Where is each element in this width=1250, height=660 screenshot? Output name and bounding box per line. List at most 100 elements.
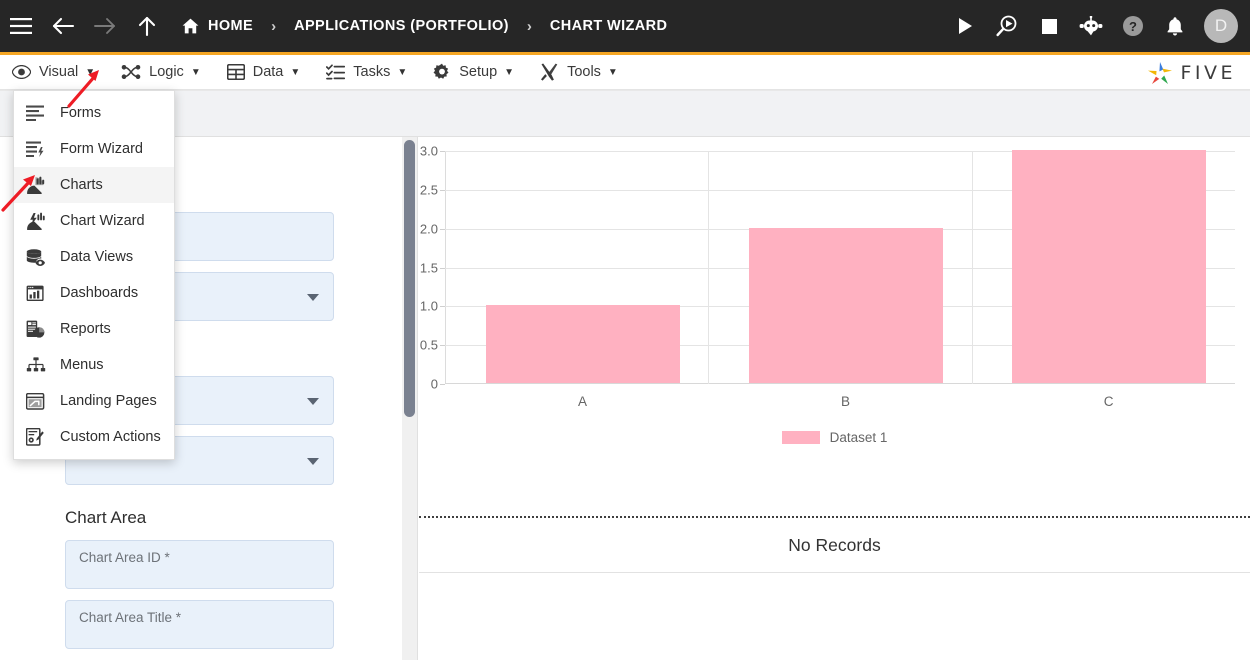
- menu-item-setup[interactable]: Setup ▼: [421, 55, 528, 90]
- checklist-icon: [326, 64, 346, 80]
- chart-vgridline: [971, 151, 973, 384]
- form-toolbar: [0, 90, 1250, 137]
- chart-xlabel-a: A: [577, 394, 587, 409]
- left-panel-scrollbar[interactable]: [402, 137, 418, 660]
- chart-preview-panel: 3.0 2.5 2.0 1.5 1.0 0.5 0 A B C Dataset …: [419, 137, 1250, 660]
- dropdown-item-forms-label: Forms: [60, 105, 102, 121]
- dropdown-item-form-wizard[interactable]: Form Wizard: [14, 131, 174, 167]
- menu-item-logic-label: Logic: [149, 64, 184, 80]
- legend-label-dataset-1: Dataset 1: [829, 430, 888, 445]
- forward-arrow-icon[interactable]: [84, 0, 126, 52]
- dropdown-item-chart-wizard-label: Chart Wizard: [60, 213, 145, 229]
- chevron-down-icon: ▼: [85, 66, 96, 78]
- chart-area-id-input[interactable]: Chart Area ID *: [65, 540, 334, 589]
- hamburger-menu-icon[interactable]: [0, 0, 42, 52]
- chart-xlabel-b: B: [841, 394, 851, 409]
- svg-text:?: ?: [1129, 19, 1137, 34]
- breadcrumb-chart-wizard[interactable]: CHART WIZARD: [546, 0, 672, 52]
- breadcrumb-home-label: HOME: [208, 18, 254, 34]
- breadcrumb-home[interactable]: HOME: [178, 0, 257, 52]
- five-star-icon: [1148, 61, 1173, 84]
- chart-ylabel-2: 2.0: [419, 221, 438, 237]
- chart-area-title-input[interactable]: Chart Area Title *: [65, 600, 334, 649]
- menu-item-visual-label: Visual: [39, 64, 79, 80]
- chart-vgridline: [708, 151, 710, 384]
- chart-bar-b: [749, 227, 943, 383]
- menu-item-tools-label: Tools: [567, 64, 601, 80]
- debug-run-icon[interactable]: [986, 0, 1028, 52]
- top-nav-actions-group: ? D: [944, 0, 1242, 52]
- help-icon[interactable]: ?: [1112, 0, 1154, 52]
- dropdown-item-reports[interactable]: Reports: [14, 311, 174, 347]
- nodes-icon: [121, 64, 141, 80]
- custom-actions-icon: [26, 428, 52, 446]
- chevron-down-icon: [307, 398, 319, 405]
- chart-xlabel-c: C: [1103, 394, 1114, 409]
- chart-bar-c: [1012, 150, 1206, 383]
- dropdown-item-custom-actions[interactable]: Custom Actions: [14, 419, 174, 455]
- up-arrow-icon[interactable]: [126, 0, 168, 52]
- dropdown-item-data-views[interactable]: Data Views: [14, 239, 174, 275]
- home-icon: [182, 18, 199, 34]
- dropdown-item-reports-label: Reports: [60, 321, 111, 337]
- scrollbar-thumb[interactable]: [404, 140, 415, 417]
- menu-item-tasks-label: Tasks: [353, 64, 391, 80]
- chart-bar-a: [486, 305, 680, 383]
- landing-pages-icon: [26, 392, 52, 410]
- charts-icon: [26, 176, 52, 194]
- chart-ylabel-15: 1.5: [419, 260, 438, 275]
- workspace: Dataset Chart Area Chart Area ID * Chart…: [0, 90, 1250, 660]
- legend-swatch-dataset-1: [781, 431, 820, 444]
- table-icon: [226, 64, 245, 80]
- chevron-down-icon: ▼: [290, 66, 301, 78]
- chart-area-id-placeholder: Chart Area ID *: [79, 550, 170, 565]
- top-navigation-bar: HOME › APPLICATIONS (PORTFOLIO) › CHART …: [0, 0, 1250, 52]
- dropdown-item-dashboards[interactable]: Dashboards: [14, 275, 174, 311]
- breadcrumb-applications[interactable]: APPLICATIONS (PORTFOLIO): [290, 0, 513, 52]
- chevron-down-icon: ▼: [607, 66, 618, 78]
- stop-icon[interactable]: [1028, 0, 1070, 52]
- chart-ylabel-3: 3.0: [419, 143, 438, 159]
- chart-ytick: [440, 267, 445, 269]
- dropdown-item-chart-wizard[interactable]: Chart Wizard: [14, 203, 174, 239]
- dropdown-item-charts[interactable]: Charts: [14, 167, 174, 203]
- chevron-down-icon: [307, 294, 319, 301]
- chart-area-title-placeholder: Chart Area Title *: [79, 610, 182, 625]
- chevron-down-icon: [307, 458, 319, 465]
- five-logo-text: FIVE: [1180, 61, 1236, 84]
- menu-item-tools[interactable]: Tools ▼: [528, 55, 632, 90]
- menu-item-logic[interactable]: Logic ▼: [109, 55, 215, 90]
- breadcrumb-applications-label: APPLICATIONS (PORTFOLIO): [294, 18, 509, 34]
- gear-icon: [433, 63, 451, 81]
- tools-icon: [540, 63, 559, 81]
- chevron-down-icon: ▼: [190, 66, 201, 78]
- menu-item-setup-label: Setup: [459, 64, 498, 80]
- main-menu-bar: Visual ▼ Logic ▼ Data ▼ Tasks ▼ Setup ▼ …: [0, 55, 1250, 90]
- chart-area-section-title: Chart Area: [65, 508, 147, 527]
- dropdown-item-landing-pages[interactable]: Landing Pages: [14, 383, 174, 419]
- back-arrow-icon[interactable]: [42, 0, 84, 52]
- chart-ytick: [440, 306, 445, 308]
- visual-dropdown-menu: Forms Form Wizard Charts Chart Wizard Da…: [13, 90, 175, 460]
- chart-x-axis: [445, 383, 1235, 384]
- chart-legend[interactable]: Dataset 1: [419, 430, 1250, 445]
- dropdown-item-menus[interactable]: Menus: [14, 347, 174, 383]
- menu-item-tasks[interactable]: Tasks ▼: [314, 55, 421, 90]
- dropdown-item-menus-label: Menus: [60, 357, 104, 373]
- menu-item-visual[interactable]: Visual ▼: [0, 55, 109, 90]
- dropdown-item-forms[interactable]: Forms: [14, 95, 174, 131]
- dropdown-item-form-wizard-label: Form Wizard: [60, 141, 143, 157]
- chatbot-icon[interactable]: [1070, 0, 1112, 52]
- menu-item-data[interactable]: Data ▼: [215, 55, 315, 90]
- breadcrumb-chart-wizard-label: CHART WIZARD: [549, 18, 668, 34]
- dropdown-item-data-views-label: Data Views: [60, 249, 134, 265]
- chevron-down-icon: ▼: [397, 66, 408, 78]
- user-avatar[interactable]: D: [1204, 9, 1238, 43]
- menu-item-data-label: Data: [252, 64, 284, 80]
- run-icon[interactable]: [944, 0, 986, 52]
- chart-wizard-icon: [26, 212, 52, 230]
- breadcrumb-separator-1: ›: [271, 17, 277, 35]
- notifications-bell-icon[interactable]: [1154, 0, 1196, 52]
- chart-ylabel-1: 1.0: [419, 298, 438, 314]
- eye-icon: [12, 65, 31, 79]
